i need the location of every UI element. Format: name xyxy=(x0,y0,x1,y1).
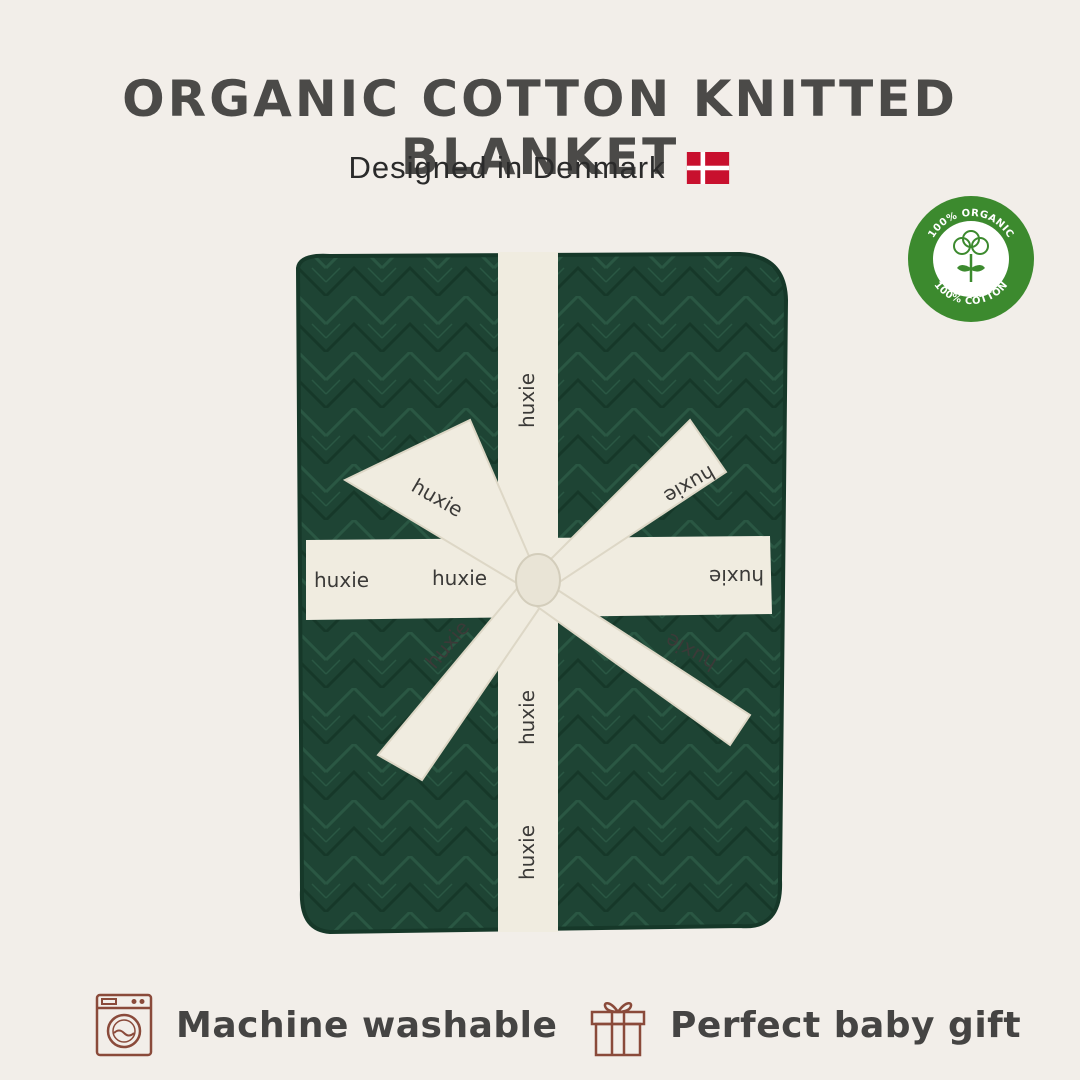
feature-baby-gift: Perfect baby gift xyxy=(588,990,1021,1060)
feature-label: Machine washable xyxy=(176,1004,558,1046)
knitted-blanket-image: huxie huxie huxie huxie huxie huxie huxi… xyxy=(295,251,789,935)
bow-knot xyxy=(515,553,561,607)
ribbon-brand-text: huxie xyxy=(515,373,539,428)
organic-cotton-badge: 100% ORGANIC 100% COTTON xyxy=(908,196,1034,322)
ribbon-brand-text: huxie xyxy=(515,690,539,745)
subtitle-row: Designed in Denmark xyxy=(0,150,1080,186)
ribbon-brand-text: huxie xyxy=(709,565,764,589)
feature-machine-washable: Machine washable xyxy=(94,990,557,1060)
ribbon-brand-text: huxie xyxy=(314,568,369,592)
denmark-flag-icon xyxy=(686,152,729,184)
gift-box-icon xyxy=(590,1002,646,1057)
ribbon-brand-text: huxie xyxy=(432,566,487,590)
ribbon-brand-text: huxie xyxy=(515,825,539,880)
washing-machine-icon xyxy=(95,993,153,1057)
feature-label: Perfect baby gift xyxy=(670,1004,1022,1046)
subtitle-text: Designed in Denmark xyxy=(348,150,666,185)
